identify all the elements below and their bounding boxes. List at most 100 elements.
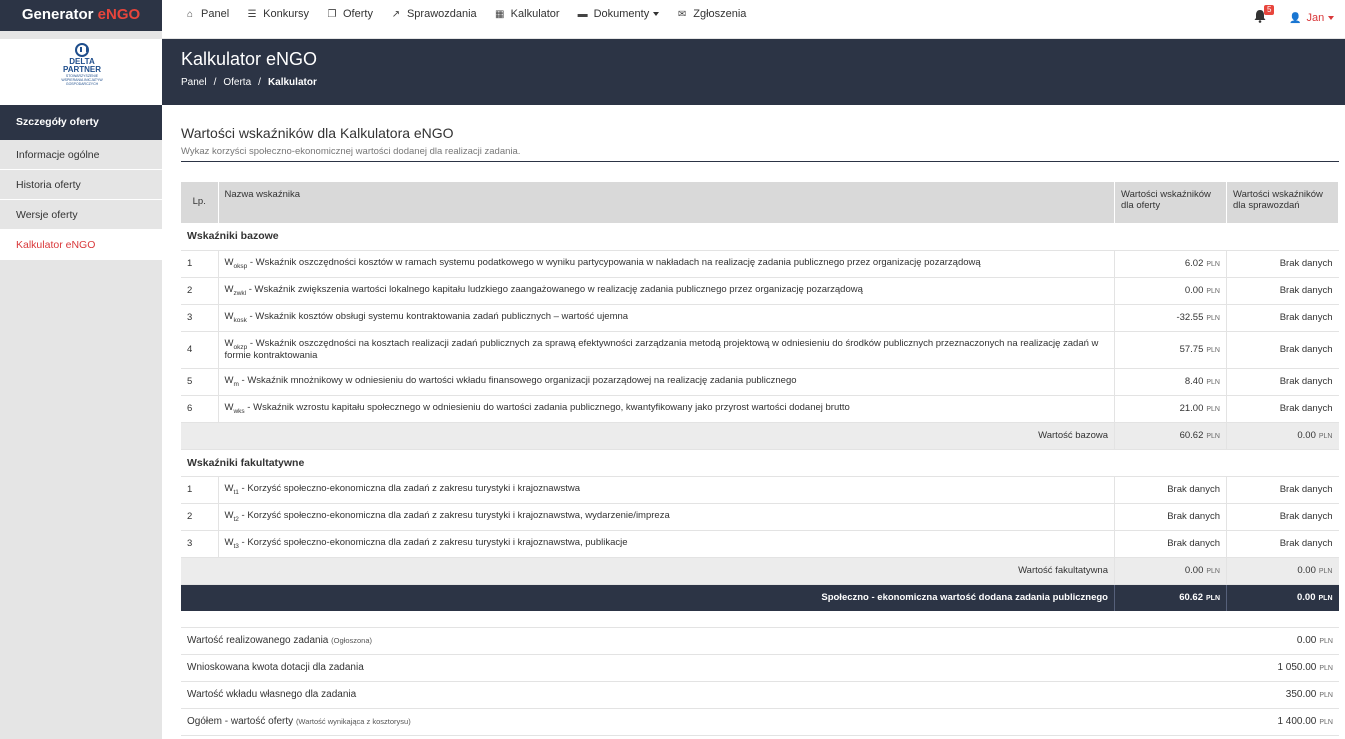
- table-row: 3 Wt3 - Korzyść społeczno-ekonomiczna dla…: [181, 530, 1339, 558]
- calculator-icon: ▦: [494, 8, 505, 20]
- indicator-description: - Wskaźnik kosztów obsługi systemu kontr…: [246, 311, 629, 323]
- main-nav: ⌂ Panel ☰ Konkursy ❐ Oferty ↗ Sprawozdania ▦ Kalk…: [184, 0, 763, 28]
- indicator-description: - Wskaźnik oszczędności kosztów w ramach…: [247, 257, 981, 269]
- offer-value-cell-value: Brak danych: [1167, 511, 1220, 522]
- envelope-icon: ✉: [678, 8, 687, 20]
- currency-label: PLN: [1206, 433, 1220, 440]
- breadcrumb-separator: /: [213, 77, 217, 88]
- sidebar-item-wersje-oferty[interactable]: Wersje oferty: [0, 200, 162, 230]
- optional-sum-row-offer-value: 0.00: [1184, 565, 1204, 576]
- total-row-report: 0.00 PLN: [1226, 584, 1339, 611]
- optional-sum-row-report-value: 0.00: [1297, 565, 1316, 576]
- currency-label: PLN: [1318, 433, 1333, 440]
- breadcrumb-oferta[interactable]: Oferta: [223, 77, 251, 88]
- currency-label: PLN: [1206, 261, 1220, 268]
- col-header-offer-values-line1: Wartości wskaźników: [1121, 189, 1211, 200]
- summary-value-cell: 350.00 PLN: [1081, 681, 1339, 709]
- currency-label: PLN: [1206, 288, 1220, 295]
- indicator-symbol-subscript: wks: [233, 407, 245, 415]
- offer-value-cell-value: Brak danych: [1167, 484, 1220, 495]
- nav-label: Konkursy: [263, 8, 309, 20]
- logo-box: DELTA PARTNER STOWARZYSZENIE WSPIERANIA …: [0, 39, 162, 105]
- offer-value-cell: Brak danych: [1114, 476, 1227, 504]
- nav-item-oferty[interactable]: ❐ Oferty: [326, 8, 373, 20]
- offer-value-cell: 0.00 PLN: [1114, 277, 1227, 305]
- sidebar: DELTA PARTNER STOWARZYSZENIE WSPIERANIA …: [0, 31, 162, 739]
- table-row: 1 Wt1 - Korzyść społeczno-ekonomiczna dla…: [181, 476, 1339, 504]
- indicator-symbol-subscript: okzp: [233, 343, 248, 351]
- report-value-cell-value: Brak danych: [1279, 484, 1333, 495]
- currency-label: PLN: [1206, 379, 1220, 386]
- summary-value-cell: 1 400.00 PLN: [1081, 708, 1339, 736]
- optional-sum-row-offer: 0.00 PLN: [1114, 557, 1227, 585]
- summary-label-cell: Wartość realizowanego zadania (Ogłoszona…: [181, 627, 1081, 655]
- report-value-cell-value: Brak danych: [1279, 403, 1333, 414]
- currency-label: PLN: [1206, 347, 1220, 354]
- total-row-offer-value: 60.62: [1179, 592, 1203, 604]
- base-sum-row-report: 0.00 PLN: [1226, 422, 1339, 450]
- nav-item-zgłoszenia[interactable]: ✉ Zgłoszenia: [676, 8, 746, 20]
- report-value-cell-value: Brak danych: [1279, 511, 1333, 522]
- table-row: 2 Wt2 - Korzyść społeczno-ekonomiczna dla…: [181, 503, 1339, 531]
- col-header-offer-values: Wartości wskaźników dla oferty: [1114, 182, 1227, 223]
- nav-item-kalkulator[interactable]: ▦ Kalkulator: [494, 8, 560, 20]
- offer-value-cell: Brak danych: [1114, 503, 1227, 531]
- nav-item-konkursy[interactable]: ☰ Konkursy: [246, 8, 309, 20]
- indicator-description: - Wskaźnik mnożnikowy w odniesieniu do w…: [238, 375, 797, 387]
- table-header-row: Lp. Nazwa wskaźnika Wartości wskaźników d…: [181, 182, 1339, 223]
- report-value-cell-value: Brak danych: [1279, 285, 1333, 296]
- nav-item-panel[interactable]: ⌂ Panel: [184, 8, 229, 20]
- optional-sum-row-report: 0.00 PLN: [1226, 557, 1339, 585]
- row-number: 1: [181, 476, 219, 504]
- report-value-cell: Brak danych: [1226, 476, 1339, 504]
- report-value-cell-value: Brak danych: [1279, 258, 1333, 269]
- report-value-cell: Brak danych: [1226, 530, 1339, 558]
- user-menu[interactable]: 👤 Jan: [1289, 12, 1335, 24]
- col-header-report-values-line2: dla sprawozdań: [1233, 200, 1300, 211]
- base-sum-row-report-value: 0.00: [1297, 430, 1316, 441]
- app-brand[interactable]: Generator eNGO: [0, 0, 162, 31]
- offer-value-cell-value: 8.40: [1184, 376, 1204, 387]
- table-row: 3 Wkosk - Wskaźnik kosztów obsługi system…: [181, 304, 1339, 332]
- indicator-name: Woksp - Wskaźnik oszczędności kosztów w …: [218, 250, 1115, 278]
- folder-open-icon: ▬: [577, 8, 588, 20]
- sidebar-item-kalkulator-engo[interactable]: Kalkulator eNGO: [0, 230, 162, 260]
- indicator-name: Wt1 - Korzyść społeczno-ekonomiczna dla …: [218, 476, 1115, 504]
- currency-label: PLN: [1206, 406, 1220, 413]
- summary-label-cell: Wnioskowana kwota dotacji dla zadania: [181, 654, 1081, 682]
- report-value-cell: Brak danych: [1226, 368, 1339, 396]
- indicator-description: - Wskaźnik oszczędności na kosztach real…: [224, 337, 1099, 362]
- sidebar-item-historia-oferty[interactable]: Historia oferty: [0, 170, 162, 200]
- summary-value: 0.00: [1296, 634, 1317, 646]
- offer-value-cell: 57.75 PLN: [1114, 331, 1227, 369]
- report-value-cell: Brak danych: [1226, 304, 1339, 332]
- summary-value: 1 050.00: [1277, 662, 1317, 673]
- copy-icon: ❐: [327, 8, 337, 20]
- nav-label: Kalkulator: [510, 8, 560, 20]
- summary-label-cell: Wartość wkładu własnego dla zadania: [181, 681, 1081, 709]
- nav-item-dokumenty[interactable]: ▬ Dokumenty: [577, 8, 660, 20]
- summary-label: Wnioskowana kwota dotacji dla zadania: [187, 662, 364, 673]
- currency-label: PLN: [1318, 595, 1333, 603]
- base-sum-row-offer: 60.62 PLN: [1114, 422, 1227, 450]
- nav-label: Zgłoszenia: [693, 8, 747, 20]
- indicator-name: Wt2 - Korzyść społeczno-ekonomiczna dla …: [218, 503, 1115, 531]
- offer-value-cell-value: 6.02: [1184, 258, 1204, 269]
- table-row: 4 Wokzp - Wskaźnik oszczędności na koszta…: [181, 331, 1339, 369]
- chevron-down-icon: [653, 12, 660, 16]
- home-icon: ⌂: [186, 8, 194, 20]
- offer-value-cell: 21.00 PLN: [1114, 395, 1227, 423]
- row-number: 3: [181, 530, 219, 558]
- indicator-name: Wkosk - Wskaźnik kosztów obsługi systemu…: [218, 304, 1115, 332]
- offer-value-cell: 8.40 PLN: [1114, 368, 1227, 396]
- sidebar-item-informacje-ogolne[interactable]: Informacje ogólne: [0, 140, 162, 170]
- col-header-offer-values-line2: dla oferty: [1121, 200, 1161, 211]
- nav-item-sprawozdania[interactable]: ↗ Sprawozdania: [390, 8, 477, 20]
- breadcrumb-panel[interactable]: Panel: [181, 77, 207, 88]
- summary-row: Ogółem - wartość oferty (Wartość wynikaj…: [181, 708, 1339, 736]
- delta-partner-logo: DELTA PARTNER STOWARZYSZENIE WSPIERANIA …: [56, 43, 108, 101]
- breadcrumb-kalkulator: Kalkulator: [267, 77, 317, 88]
- offer-value-cell: Brak danych: [1114, 530, 1227, 558]
- optional-sum-row-label: Wartość fakultatywna: [181, 557, 1115, 585]
- currency-label: PLN: [1319, 665, 1333, 672]
